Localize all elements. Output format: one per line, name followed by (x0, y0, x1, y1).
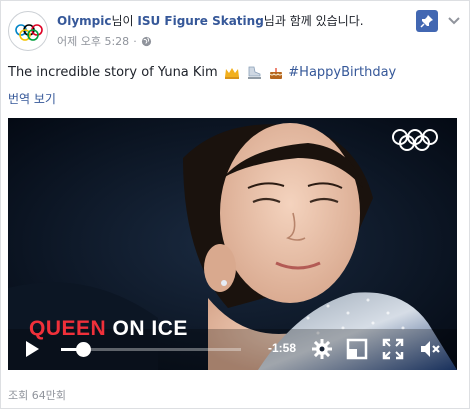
olympic-avatar[interactable] (8, 11, 48, 51)
tagged-page-link[interactable]: ISU Figure Skating (137, 14, 263, 28)
ice-skate-icon (248, 66, 261, 79)
video-scrubber[interactable] (61, 342, 241, 357)
time-remaining: -1:58 (268, 341, 297, 355)
dot-separator: · (133, 34, 137, 48)
headline-connector: 님이 (111, 14, 138, 28)
post-message: The incredible story of Yuna Kim #HappyB… (8, 64, 396, 82)
post-timestamp[interactable]: 어제 오후 5:28 (57, 33, 129, 49)
page-name-link[interactable]: Olympic (57, 14, 111, 28)
pin-button[interactable] (416, 10, 438, 32)
olympic-rings-logo (15, 24, 43, 41)
post-text-body: The incredible story of Yuna Kim (8, 65, 218, 80)
mute-icon[interactable] (419, 338, 441, 360)
pip-icon[interactable] (346, 338, 368, 360)
scrubber-handle[interactable] (75, 342, 91, 357)
crown-icon (224, 67, 239, 79)
video-player[interactable]: QUEEN ON ICE -1:58 (8, 118, 457, 370)
globe-icon[interactable] (141, 36, 152, 47)
cake-icon (269, 67, 283, 79)
post-card: Olympic님이 ISU Figure Skating님과 함께 있습니다. … (0, 0, 470, 409)
chevron-down-icon (448, 17, 460, 25)
settings-gear-icon[interactable] (311, 338, 333, 360)
video-controls: -1:58 (8, 329, 457, 369)
fullscreen-icon[interactable] (382, 338, 404, 360)
post-meta: 어제 오후 5:28 · (57, 33, 152, 49)
post-menu-button[interactable] (447, 10, 461, 32)
translate-link[interactable]: 번역 보기 (8, 90, 56, 107)
view-count: 조회 64만회 (8, 389, 66, 402)
olympic-rings-watermark (392, 129, 438, 151)
play-icon[interactable] (22, 339, 42, 359)
headline-trailing: 님과 함께 있습니다. (263, 14, 364, 28)
pin-icon (420, 15, 433, 28)
hashtag-link[interactable]: #HappyBirthday (288, 65, 396, 80)
post-headline: Olympic님이 ISU Figure Skating님과 함께 있습니다. (57, 13, 417, 29)
